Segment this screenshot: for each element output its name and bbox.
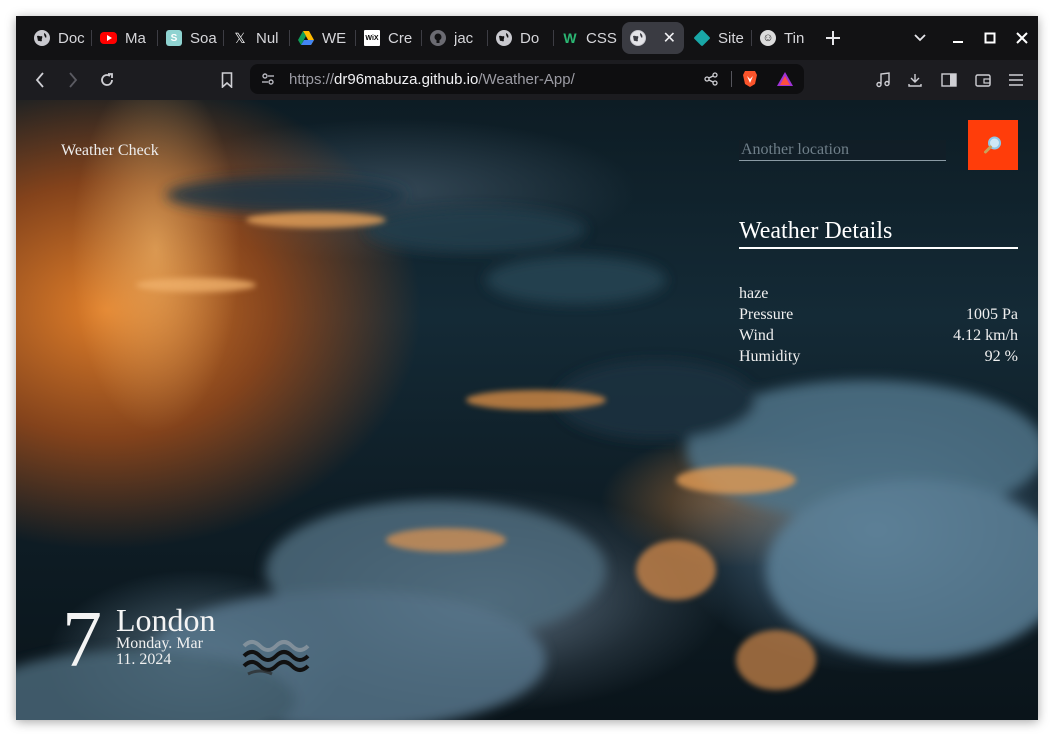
tab-label: Do [520, 29, 540, 47]
url-divider [731, 71, 732, 87]
detail-value: 1005 Pa [966, 306, 1018, 323]
back-arrow-icon [35, 72, 44, 88]
new-tab-button[interactable] [816, 22, 850, 54]
tab-ma[interactable]: Ma [92, 22, 158, 54]
city-name: London [116, 602, 216, 638]
browser-window: Doc Ma S Soa 𝕏 Nul WE WiX Cre jac Do W C… [16, 16, 1038, 720]
hamburger-menu-icon [1009, 74, 1023, 86]
tab-label: Cre [388, 29, 413, 47]
reload-button[interactable] [93, 66, 121, 94]
w-icon: W [563, 30, 577, 46]
tab-css[interactable]: W CSS [554, 22, 620, 54]
weather-details-heading: Weather Details [739, 218, 1018, 249]
haze-icon [242, 640, 310, 676]
github-icon [430, 30, 446, 46]
wallet-button[interactable] [969, 66, 997, 94]
location-search-input[interactable] [739, 140, 946, 161]
magnifier-icon [984, 136, 1001, 154]
weather-page: Weather Check Weather Details haze Press… [16, 100, 1038, 720]
url-text[interactable]: https://dr96mabuza.github.io/Weather-App… [289, 71, 575, 88]
address-bar[interactable]: https://dr96mabuza.github.io/Weather-App… [250, 64, 804, 94]
sidebar-button[interactable] [935, 66, 963, 94]
globe-icon [630, 30, 646, 46]
tab-label: Site [718, 29, 744, 47]
x-logo-icon: 𝕏 [234, 29, 246, 46]
minimize-button[interactable] [944, 16, 972, 60]
tab-list-button[interactable] [906, 16, 934, 60]
maximize-button[interactable] [976, 16, 1004, 60]
downloads-button[interactable] [901, 66, 929, 94]
download-icon [908, 74, 922, 87]
navigation-toolbar: https://dr96mabuza.github.io/Weather-App… [16, 60, 1038, 100]
detail-label: Pressure [739, 306, 794, 323]
tab-label: jac [454, 29, 474, 47]
brand-title[interactable]: Weather Check [61, 142, 159, 160]
tab-soa[interactable]: S Soa [158, 22, 224, 54]
chevron-down-icon [914, 34, 926, 42]
tin-icon: ☺ [760, 30, 776, 46]
youtube-icon [100, 32, 117, 44]
back-button[interactable] [26, 66, 54, 94]
condition-text: haze [739, 285, 769, 302]
tab-label: Nul [256, 29, 279, 47]
tab-label: Ma [125, 29, 146, 47]
globe-icon [496, 30, 512, 46]
detail-label: Humidity [739, 348, 801, 365]
tab-nul[interactable]: 𝕏 Nul [224, 22, 290, 54]
url-host: dr96mabuza.github.io [334, 71, 479, 88]
share-icon[interactable] [704, 72, 718, 91]
diamond-icon [693, 29, 711, 47]
detail-value: 4.12 km/h [953, 327, 1018, 344]
close-icon [1016, 32, 1028, 44]
menu-button[interactable] [1002, 66, 1030, 94]
tab-label: Tin [784, 29, 805, 47]
minimize-icon [953, 41, 963, 43]
search-button[interactable] [968, 120, 1018, 170]
tab-tin[interactable]: ☺ Tin [752, 22, 814, 54]
globe-icon [34, 30, 50, 46]
site-settings-icon[interactable] [261, 72, 275, 91]
tab-cre[interactable]: WiX Cre [356, 22, 422, 54]
forward-arrow-icon [69, 72, 78, 88]
tab-site[interactable]: Site [686, 22, 752, 54]
detail-row-pressure: Pressure 1005 Pa [739, 306, 1018, 324]
tab-label: Soa [190, 29, 217, 47]
maximize-icon [984, 32, 996, 44]
url-scheme: https:// [289, 71, 335, 88]
bookmark-button[interactable] [213, 66, 241, 94]
tab-we[interactable]: WE [290, 22, 356, 54]
reload-icon [101, 73, 113, 86]
tab-jac[interactable]: jac [422, 22, 488, 54]
s-icon: S [166, 30, 182, 46]
detail-row-humidity: Humidity 92 % [739, 348, 1018, 366]
date-text: Monday. Mar 11. 2024 [116, 635, 203, 668]
url-path: /Weather-App/ [478, 71, 575, 88]
forward-button[interactable] [59, 66, 87, 94]
close-tab-icon[interactable]: ✕ [663, 28, 676, 48]
close-window-button[interactable] [1008, 16, 1036, 60]
tab-label: Doc [58, 29, 85, 47]
plus-icon [826, 31, 840, 45]
detail-row-wind: Wind 4.12 km/h [739, 327, 1018, 345]
detail-label: Wind [739, 327, 774, 344]
wallet-icon [975, 74, 991, 87]
brave-shields-icon[interactable] [742, 70, 758, 93]
tab-label: WE [322, 29, 347, 47]
music-note-icon [876, 72, 890, 88]
tab-active-weather[interactable]: ✕ [622, 22, 684, 54]
tab-doc[interactable]: Doc [26, 22, 92, 54]
media-button[interactable] [869, 66, 897, 94]
tab-strip: Doc Ma S Soa 𝕏 Nul WE WiX Cre jac Do W C… [16, 16, 1038, 60]
google-drive-icon [298, 30, 314, 46]
bookmark-icon [221, 72, 233, 88]
brave-rewards-icon[interactable] [776, 71, 794, 92]
tab-do[interactable]: Do [488, 22, 554, 54]
wix-icon: WiX [364, 30, 380, 46]
tab-label: CSS [586, 29, 617, 47]
temperature-value: 7 [62, 596, 102, 684]
detail-value: 92 % [984, 348, 1018, 365]
sidebar-icon [941, 73, 957, 87]
